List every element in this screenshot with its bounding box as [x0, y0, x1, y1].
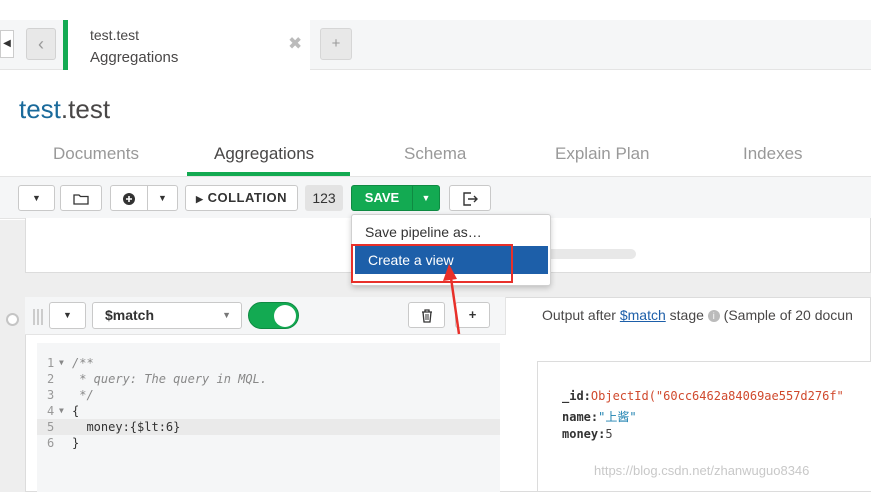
- stage-output-header: Output after $match stage i (Sample of 2…: [542, 307, 853, 323]
- code-line: 3 */: [37, 387, 500, 403]
- stage-connector-dot: [6, 313, 19, 326]
- field-value: "上酱": [598, 410, 637, 424]
- watermark: https://blog.csdn.net/zhanwuguo8346: [594, 463, 810, 478]
- line-number: 4: [47, 404, 55, 418]
- tab-schema[interactable]: Schema: [404, 144, 466, 164]
- line-number: 5: [47, 420, 55, 434]
- sample-count-badge[interactable]: 123: [305, 185, 343, 211]
- line-number: 6: [47, 436, 55, 450]
- stage-link[interactable]: $match: [620, 307, 666, 323]
- stage-code-editor[interactable]: 1 ▼/** 2 * query: The query in MQL. 3 */ …: [37, 343, 500, 492]
- collation-button[interactable]: ▶ COLLATION: [185, 185, 298, 211]
- chevron-down-icon: ▼: [32, 193, 41, 203]
- code-line: 6}: [37, 435, 500, 451]
- page-title: test.test: [19, 94, 110, 125]
- tab-scroll-left-icon[interactable]: ◀: [0, 30, 14, 58]
- drag-handle-icon[interactable]: [33, 309, 43, 325]
- code-line: 2 * query: The query in MQL.: [37, 371, 500, 387]
- caret-down-icon: ▼: [158, 193, 167, 203]
- close-icon[interactable]: ✖: [288, 34, 302, 54]
- doc-field-id: _id:ObjectId("60cc6462a84069ae557d276f": [562, 389, 844, 403]
- code-text: money:{$lt:6}: [72, 420, 181, 434]
- code-text: {: [72, 404, 80, 418]
- left-rail: [0, 220, 24, 492]
- open-pipeline-button[interactable]: [60, 185, 102, 211]
- doc-field-name: name:"上酱": [562, 408, 637, 425]
- line-number: 3: [47, 388, 55, 402]
- save-dropdown-caret-icon[interactable]: ▼: [412, 185, 440, 211]
- collapse-button[interactable]: ▼: [18, 185, 55, 211]
- output-suffix: stage: [669, 307, 704, 323]
- fold-arrow-icon[interactable]: ▼: [59, 355, 64, 371]
- tab-namespace: test.test: [90, 27, 140, 43]
- caret-down-icon: ▼: [222, 310, 231, 320]
- code-line: 4 ▼ {: [37, 403, 500, 419]
- loading-placeholder: [540, 249, 636, 259]
- collection-name: .test: [60, 94, 111, 124]
- field-key: name:: [562, 410, 599, 424]
- db-name: test: [19, 94, 61, 124]
- code-text: */: [72, 388, 94, 402]
- stage-collapse-button[interactable]: ▼: [49, 302, 86, 329]
- field-key: _id:: [562, 389, 591, 403]
- field-value: ObjectId("60cc6462a84069ae557d276f": [590, 389, 844, 403]
- code-line-active: 5 money:{$lt:6}: [37, 419, 500, 435]
- code-text: * query: The query in MQL.: [72, 372, 268, 386]
- tab-documents[interactable]: Documents: [53, 144, 139, 164]
- fold-arrow-icon[interactable]: ▼: [59, 403, 64, 419]
- code-text: /**: [72, 356, 94, 370]
- trash-icon: [421, 308, 432, 323]
- sample-note: (Sample of 20 docun: [723, 307, 853, 323]
- field-value: 5: [605, 427, 613, 441]
- export-icon: [463, 191, 478, 206]
- info-icon[interactable]: i: [707, 310, 720, 323]
- back-arrow-icon[interactable]: ‹: [26, 28, 56, 60]
- field-key: money:: [562, 427, 606, 441]
- doc-field-money: money:5: [562, 427, 613, 441]
- tab-indexes[interactable]: Indexes: [743, 144, 803, 164]
- code-text: }: [72, 436, 80, 450]
- tab-strip-top: [0, 0, 871, 20]
- stage-enable-toggle[interactable]: [248, 302, 299, 329]
- tab-subtitle: Aggregations: [90, 49, 179, 66]
- new-tab-button[interactable]: +: [320, 28, 352, 60]
- line-number: 1: [47, 356, 55, 370]
- stage-operator-value: $match: [105, 307, 155, 323]
- add-stage-button[interactable]: [110, 185, 148, 211]
- tab-explain-plan[interactable]: Explain Plan: [555, 144, 650, 164]
- export-button[interactable]: [449, 185, 491, 211]
- line-number: 2: [47, 372, 55, 386]
- tab-test-test[interactable]: test.test Aggregations ✖: [63, 20, 310, 70]
- collation-label: COLLATION: [207, 190, 287, 205]
- tab-aggregations[interactable]: Aggregations: [214, 144, 314, 164]
- output-prefix: Output after: [542, 307, 616, 323]
- chevron-down-icon: ▼: [63, 310, 72, 320]
- plus-circle-icon: [123, 192, 135, 205]
- folder-icon: [73, 193, 89, 205]
- caret-right-icon: ▶: [196, 194, 204, 204]
- save-button[interactable]: SAVE: [351, 185, 413, 211]
- highlight-box: [351, 244, 513, 283]
- menu-item-save-pipeline-as[interactable]: Save pipeline as…: [352, 218, 550, 246]
- add-stage-dropdown[interactable]: ▼: [147, 185, 178, 211]
- toggle-knob: [274, 305, 296, 327]
- stage-operator-select[interactable]: $match ▼: [92, 302, 242, 329]
- annotation-arrow-icon: [443, 264, 461, 335]
- code-line: 1 ▼ /**: [37, 355, 500, 371]
